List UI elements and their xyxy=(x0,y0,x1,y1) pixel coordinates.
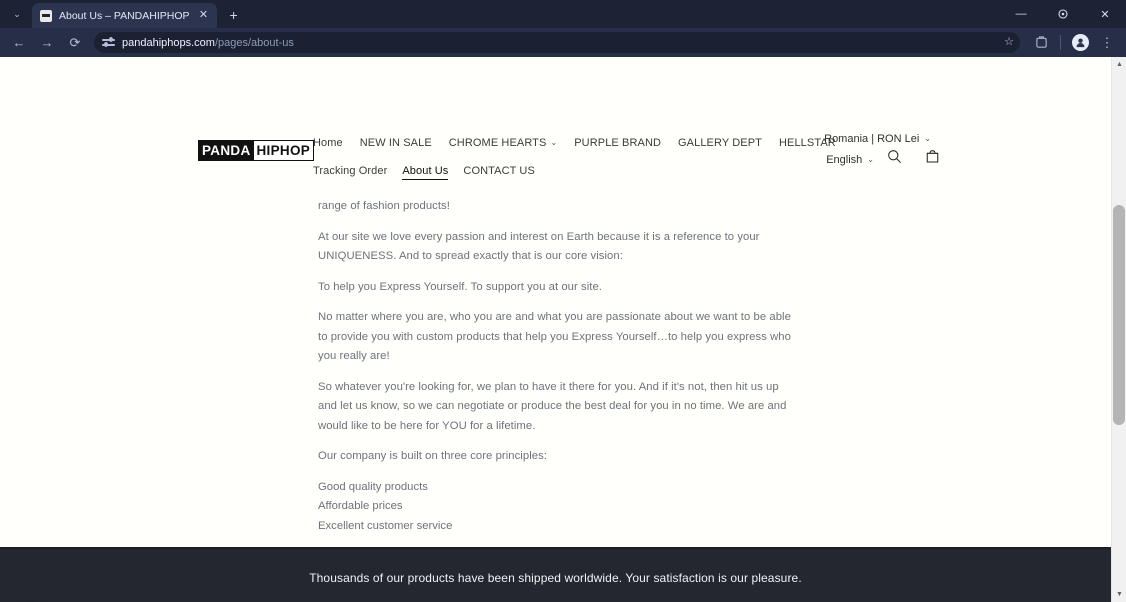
nav-label: About Us xyxy=(402,165,449,177)
nav-item-purple-brand[interactable]: PURPLE BRAND xyxy=(574,137,661,149)
search-glyph xyxy=(887,149,901,163)
browser-toolbar: ← → ⟳ pandahiphops.com/pages/about-us ☆ xyxy=(0,28,1126,57)
about-us-article: range of fashion products! At our site w… xyxy=(318,197,798,536)
paragraph-lifetime: So whatever you're looking for, we plan … xyxy=(318,380,787,432)
nav-item-chrome-hearts[interactable]: CHROME HEARTS ⌄ xyxy=(449,137,557,149)
paragraph-support: To help you Express Yourself. To support… xyxy=(318,280,602,293)
paragraph-vision: At our site we love every passion and in… xyxy=(318,230,760,263)
toolbar-right: ⋮ xyxy=(1028,30,1120,56)
list-item: Good quality products xyxy=(318,480,428,493)
country-currency-selector[interactable]: Romania | RON Lei ⌄ xyxy=(824,133,931,145)
web-page: PANDA HIPHOP Home NEW IN SALE CHROME HEA xyxy=(0,57,1111,602)
person-icon xyxy=(1075,38,1085,48)
nav-item-contact-us[interactable]: CONTACT US xyxy=(463,165,535,177)
footer-tagline: Thousands of our products have been ship… xyxy=(309,571,802,585)
cart-glyph xyxy=(926,149,938,163)
minimize-icon[interactable]: — xyxy=(1000,0,1042,28)
header-utilities: Romania | RON Lei ⌄ English ⌄ xyxy=(741,133,938,166)
main-navigation: Home NEW IN SALE CHROME HEARTS ⌄ PURPLE … xyxy=(313,133,836,181)
chevron-down-icon: ⌄ xyxy=(867,155,874,164)
toolbar-divider xyxy=(1060,35,1061,50)
language-selector[interactable]: English ⌄ xyxy=(826,154,874,166)
nav-label: NEW IN SALE xyxy=(359,137,432,149)
avatar xyxy=(1071,34,1089,51)
nav-label: Home xyxy=(313,137,343,149)
nav-item-about-us[interactable]: About Us xyxy=(402,165,449,180)
site-footer: Thousands of our products have been ship… xyxy=(0,547,1111,602)
paragraph-principles-heading: Our company is built on three core princ… xyxy=(318,450,547,462)
url-path: /pages/about-us xyxy=(214,36,294,49)
nav-label: CHROME HEARTS xyxy=(448,137,547,149)
close-icon[interactable]: ✕ xyxy=(197,9,211,23)
reload-icon[interactable]: ⟳ xyxy=(62,30,88,56)
tune-icon[interactable] xyxy=(102,36,115,49)
nav-label: CONTACT US xyxy=(463,165,535,177)
chevron-down-icon: ⌄ xyxy=(924,134,931,143)
nav-row-secondary: Tracking Order About Us CONTACT US xyxy=(313,161,753,181)
nav-item-tracking-order[interactable]: Tracking Order xyxy=(313,165,387,177)
address-bar[interactable]: pandahiphops.com/pages/about-us ☆ xyxy=(94,32,1020,53)
tab-search-button[interactable]: ⌄ xyxy=(4,1,30,27)
nav-item-home[interactable]: Home xyxy=(313,137,343,149)
extensions-icon[interactable] xyxy=(1028,30,1054,56)
shopping-bag-icon[interactable] xyxy=(923,147,941,165)
bookmark-star-icon[interactable]: ☆ xyxy=(1004,35,1014,50)
site-logo[interactable]: PANDA HIPHOP xyxy=(198,140,315,161)
profile-avatar[interactable] xyxy=(1067,30,1093,56)
language-label: English xyxy=(826,154,863,166)
site-header: PANDA HIPHOP Home NEW IN SALE CHROME HEA xyxy=(0,57,1111,180)
logo-part-hiphop: HIPHOP xyxy=(253,141,314,160)
header-icon-group xyxy=(885,147,941,165)
paragraph-custom-products: No matter where you are, who you are and… xyxy=(318,311,791,362)
url-domain: pandahiphops.com xyxy=(122,36,215,49)
tab-title: About Us – PANDAHIPHOP xyxy=(59,9,190,22)
list-item: Excellent customer service xyxy=(318,519,453,532)
chevron-down-icon: ⌄ xyxy=(550,138,558,147)
browser-tab[interactable]: About Us – PANDAHIPHOP ✕ xyxy=(32,3,217,28)
paragraph-intro: range of fashion products! xyxy=(318,200,450,212)
scrollbar-thumb[interactable] xyxy=(1113,205,1125,425)
scroll-up-arrow[interactable]: ▲ xyxy=(1112,57,1126,72)
logo-box: PANDA HIPHOP xyxy=(198,140,315,161)
scroll-down-arrow[interactable]: ▼ xyxy=(1112,587,1126,602)
nav-item-new-in-sale[interactable]: NEW IN SALE xyxy=(360,137,432,149)
logo-part-panda: PANDA xyxy=(199,141,254,160)
page-viewport: PANDA HIPHOP Home NEW IN SALE CHROME HEA xyxy=(0,57,1126,602)
url-text: pandahiphops.com/pages/about-us xyxy=(122,37,1012,49)
browser-window: ⌄ About Us – PANDAHIPHOP ✕ + — ✕ ← → ⟳ p… xyxy=(0,0,1126,602)
site-favicon xyxy=(40,9,52,22)
search-icon[interactable] xyxy=(885,147,903,165)
window-controls: — ✕ xyxy=(1000,0,1126,28)
forward-icon[interactable]: → xyxy=(34,30,60,56)
principles-list: Good quality products Affordable prices … xyxy=(318,478,798,537)
maximize-glyph xyxy=(1058,9,1068,19)
page-scrollbar[interactable]: ▲ ▼ xyxy=(1111,57,1126,602)
close-window-icon[interactable]: ✕ xyxy=(1084,0,1126,28)
browser-menu-icon[interactable]: ⋮ xyxy=(1094,30,1120,56)
nav-label: Tracking Order xyxy=(313,165,388,177)
country-label: Romania | RON Lei xyxy=(824,133,920,145)
new-tab-button[interactable]: + xyxy=(223,4,245,26)
country-row: Romania | RON Lei ⌄ xyxy=(741,133,931,145)
maximize-icon[interactable] xyxy=(1042,0,1084,28)
nav-label: PURPLE BRAND xyxy=(574,137,662,149)
extensions-glyph xyxy=(1035,36,1047,48)
nav-row-primary: Home NEW IN SALE CHROME HEARTS ⌄ PURPLE … xyxy=(313,133,836,153)
list-item: Affordable prices xyxy=(318,500,403,512)
back-icon[interactable]: ← xyxy=(6,30,32,56)
tab-strip: ⌄ About Us – PANDAHIPHOP ✕ + — ✕ xyxy=(0,0,1126,28)
